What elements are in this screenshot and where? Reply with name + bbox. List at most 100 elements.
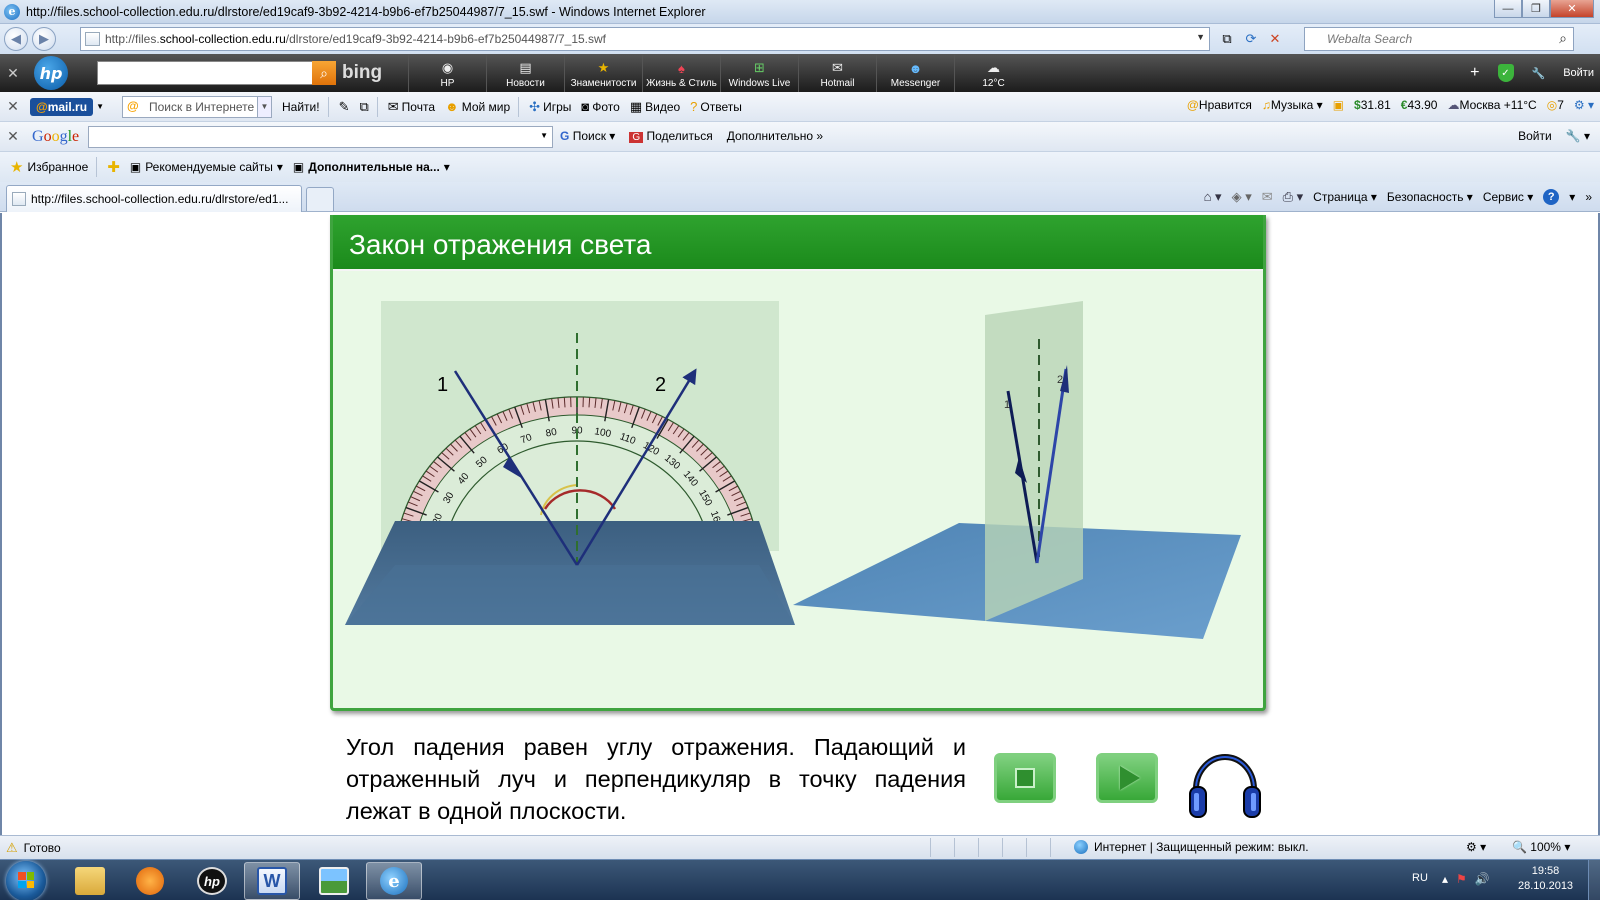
print-icon[interactable]: ⎙ ▾ xyxy=(1283,189,1304,205)
language-indicator[interactable]: RU xyxy=(1412,872,1428,884)
hp-tab-messenger[interactable]: ☻ Messenger xyxy=(876,54,954,92)
mailru-search-input[interactable]: @ Поиск в Интернете ▼ xyxy=(121,95,272,118)
new-tab-button[interactable] xyxy=(306,187,334,211)
hp-login-button[interactable]: Войти xyxy=(1563,67,1594,79)
notifications-count[interactable]: ◎7 xyxy=(1547,98,1564,112)
taskbar-ie[interactable]: e xyxy=(366,862,422,900)
taskbar-explorer[interactable] xyxy=(62,862,118,900)
usd-rate[interactable]: $31.81 xyxy=(1354,98,1391,112)
close-toolbar-icon[interactable]: ✕ xyxy=(0,65,26,82)
page-menu[interactable]: Страница ▾ xyxy=(1313,190,1377,204)
taskbar-hp[interactable]: hp xyxy=(184,862,240,900)
stop-icon[interactable]: ✕ xyxy=(1266,30,1284,48)
webalta-search-input[interactable]: Webalta Search ⌕ xyxy=(1304,27,1574,51)
eur-rate[interactable]: €43.90 xyxy=(1401,98,1438,112)
wrench-icon[interactable]: 🔧 xyxy=(1532,67,1546,80)
start-button[interactable] xyxy=(6,861,46,900)
hp-tab-weather[interactable]: ☁ 12°C xyxy=(954,54,1032,92)
show-desktop-button[interactable] xyxy=(1588,860,1600,900)
like-icon: @ xyxy=(1186,98,1199,112)
weather-widget[interactable]: ☁Москва +11°C xyxy=(1447,98,1536,112)
compatibility-icon[interactable]: ⧉ xyxy=(1218,30,1236,48)
search-icon[interactable]: ⌕ xyxy=(1559,30,1567,47)
clock[interactable]: 19:58 28.10.2013 xyxy=(1518,864,1573,894)
wrench-icon[interactable]: 🔧 ▾ xyxy=(1566,129,1590,143)
taskbar-picture-viewer[interactable] xyxy=(306,862,362,900)
google-search-input[interactable]: ▼ xyxy=(88,126,553,148)
page-search-button[interactable]: ⧉ xyxy=(359,99,368,115)
find-button[interactable]: Найти! xyxy=(282,100,320,114)
google-login-button[interactable]: Войти xyxy=(1518,129,1552,143)
close-window-button[interactable]: ✕ xyxy=(1550,0,1594,18)
windows-logo-icon xyxy=(18,872,34,888)
play-button[interactable] xyxy=(1096,753,1158,803)
overflow-icon[interactable]: » xyxy=(1585,190,1592,204)
taskbar-word[interactable]: W xyxy=(244,862,300,900)
like-button[interactable]: @Нравится xyxy=(1187,98,1252,112)
rss-icon[interactable]: ◈ ▾ xyxy=(1232,189,1252,205)
mailru-logo[interactable]: @mail.ru xyxy=(30,97,94,116)
hp-tab-hp[interactable]: ◉ HP xyxy=(408,54,486,92)
my-world-link[interactable]: ☻ Мой мир xyxy=(445,99,510,114)
stop-button[interactable] xyxy=(994,753,1056,803)
favorites-button[interactable]: ★ Избранное xyxy=(10,158,88,176)
zoom-level[interactable]: 🔍 100% ▾ xyxy=(1512,840,1570,854)
hp-tab-lifestyle[interactable]: ♠ Жизнь & Стиль xyxy=(642,54,720,92)
photo-link[interactable]: ◙ Фото xyxy=(581,99,619,114)
back-button[interactable]: ◀ xyxy=(4,27,28,51)
refresh-icon[interactable]: ⟳ xyxy=(1242,30,1260,48)
hp-tab-windows-live[interactable]: ⊞ Windows Live xyxy=(720,54,798,92)
protected-mode-icon[interactable]: ⚙ ▾ xyxy=(1466,840,1486,854)
home-icon[interactable]: ⌂ ▾ xyxy=(1204,189,1222,205)
mail-icon: ✉ xyxy=(832,60,843,75)
mailru-menu-dropdown-icon[interactable]: ▼ xyxy=(96,102,104,111)
tray-expand-icon[interactable]: ▴ xyxy=(1442,872,1448,886)
mail-icon[interactable]: ✉ xyxy=(1262,189,1273,205)
highlight-button[interactable]: ✎ xyxy=(339,99,350,115)
recommended-sites-link[interactable]: ▣ Рекомендуемые сайты ▾ xyxy=(130,160,283,174)
hp-tab-celebrities[interactable]: ★ Знаменитости xyxy=(564,54,642,92)
hp-tab-news[interactable]: ▤ Новости xyxy=(486,54,564,92)
more-button[interactable]: Дополнительно » xyxy=(727,129,823,143)
currency-icon[interactable]: ▣ xyxy=(1333,98,1344,112)
url-dropdown-icon[interactable]: ▼ xyxy=(1196,32,1205,42)
hp-tab-hotmail[interactable]: ✉ Hotmail xyxy=(798,54,876,92)
video-link[interactable]: ▦ Видео xyxy=(630,99,680,115)
minimize-button[interactable]: — xyxy=(1494,0,1522,18)
tab-active[interactable]: http://files.school-collection.edu.ru/dl… xyxy=(6,185,302,212)
search-dropdown-icon[interactable]: ▼ xyxy=(256,96,271,117)
google-search-button[interactable]: G Поиск ▾ xyxy=(560,129,615,143)
taskbar-media-player[interactable] xyxy=(122,862,178,900)
music-icon: ♫ xyxy=(1261,98,1271,112)
close-toolbar-icon[interactable]: ✕ xyxy=(0,98,26,115)
mail-link[interactable]: ✉ Почта xyxy=(388,99,435,115)
cloud-icon: ☁ xyxy=(987,60,1000,75)
add-icon[interactable]: + xyxy=(1470,64,1479,82)
google-logo[interactable]: Google xyxy=(32,128,79,146)
games-link[interactable]: ✣ Игры xyxy=(529,99,571,115)
google-search-dropdown-icon[interactable]: ▼ xyxy=(540,131,548,140)
security-menu[interactable]: Безопасность ▾ xyxy=(1387,190,1473,204)
security-zone[interactable]: Интернет | Защищенный режим: выкл. xyxy=(1074,840,1309,854)
volume-icon[interactable]: 🔊 xyxy=(1475,872,1490,886)
forward-button[interactable]: ▶ xyxy=(32,27,56,51)
close-toolbar-icon[interactable]: ✕ xyxy=(0,128,26,145)
hp-search-input[interactable] xyxy=(97,61,317,85)
add-favorite-button[interactable]: ✚ xyxy=(107,158,120,176)
share-button[interactable]: G Поделиться xyxy=(629,129,713,143)
help-icon[interactable]: ? xyxy=(1543,189,1560,205)
hp-logo[interactable]: hp xyxy=(34,56,68,90)
maximize-button[interactable]: ❐ xyxy=(1522,0,1550,18)
headphones-icon[interactable] xyxy=(1186,743,1264,823)
hp-search-button[interactable]: ⌕ xyxy=(312,61,336,85)
shield-icon[interactable]: ✓ xyxy=(1497,64,1514,82)
action-center-icon[interactable]: ⚑ xyxy=(1456,872,1467,886)
music-button[interactable]: ♫Музыка ▾ xyxy=(1262,98,1323,112)
addons-link[interactable]: ▣ Дополнительные на... ▾ xyxy=(293,160,450,174)
answers-link[interactable]: ? Ответы xyxy=(690,99,742,114)
url-input[interactable]: http://files. school-collection.edu.ru/dl… xyxy=(80,27,1210,51)
help-dropdown-icon[interactable]: ▾ xyxy=(1569,190,1575,204)
settings-icon[interactable]: ⚙ ▾ xyxy=(1574,98,1594,112)
right-ray-1-label: 1 xyxy=(1004,399,1010,411)
service-menu[interactable]: Сервис ▾ xyxy=(1483,190,1533,204)
